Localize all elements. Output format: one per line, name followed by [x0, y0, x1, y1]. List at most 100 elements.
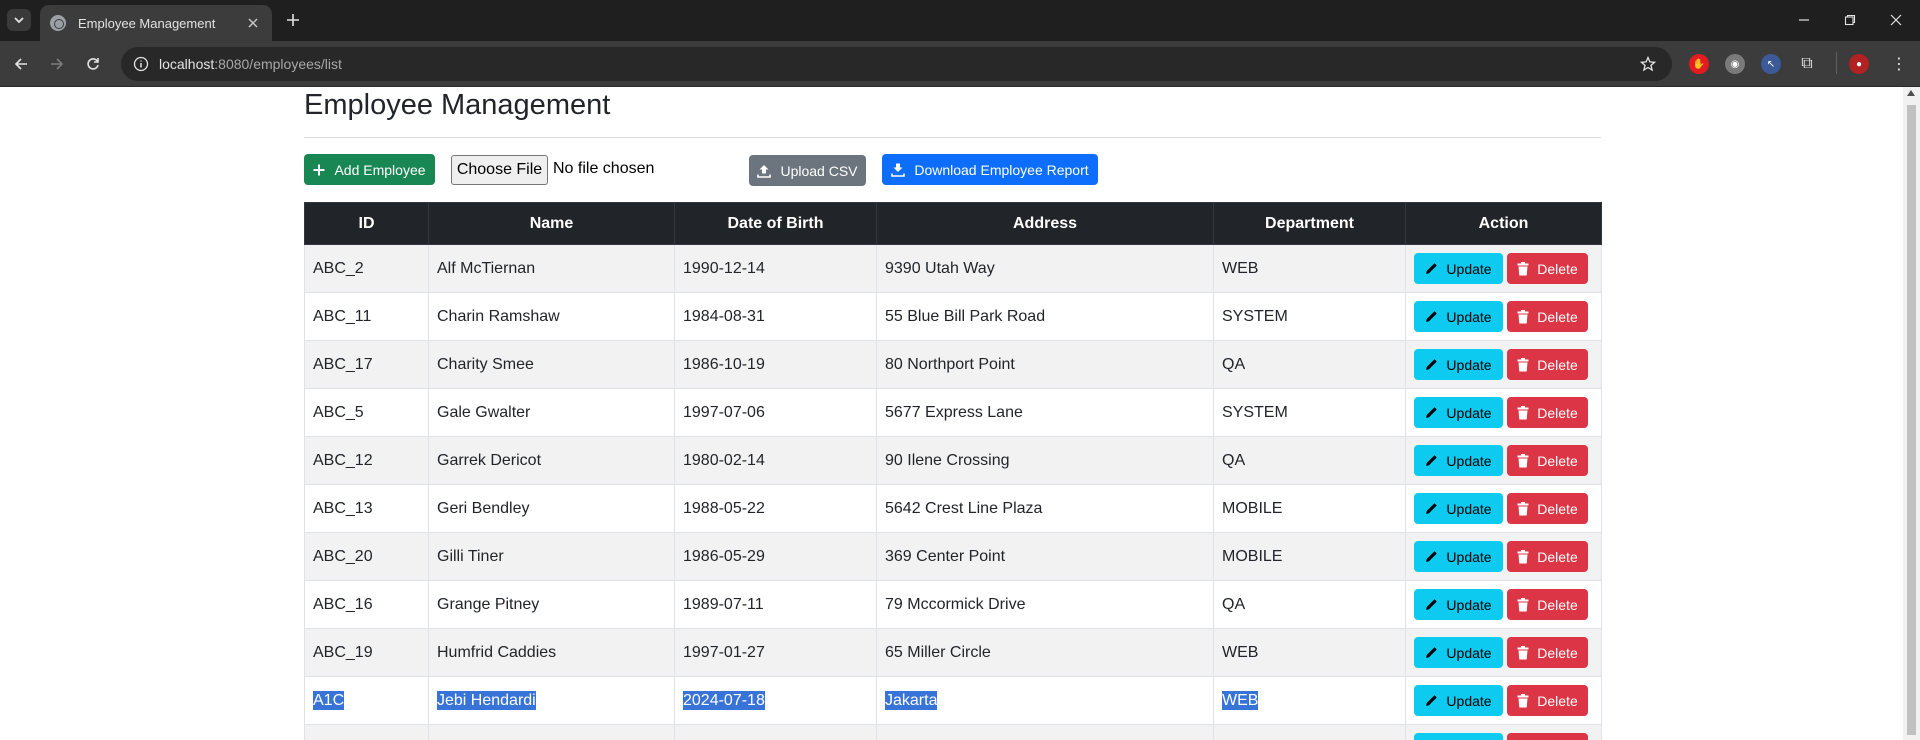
extension-cursor-icon[interactable]: ↖: [1761, 54, 1781, 74]
extension-gray-icon[interactable]: ◉: [1725, 54, 1745, 74]
download-report-button[interactable]: Download Employee Report: [882, 154, 1098, 185]
back-button[interactable]: [10, 53, 32, 75]
cell-name: Alf McTiernan: [428, 244, 675, 293]
site-info-icon[interactable]: [131, 54, 151, 74]
cell-id-text: ABC_12: [313, 451, 373, 469]
table-row: ABC_5 Gale Gwalter 1997-07-06 5677 Express …: [304, 388, 1602, 437]
delete-button[interactable]: Delete: [1507, 397, 1588, 428]
delete-button[interactable]: Delete: [1507, 301, 1588, 332]
download-icon: [891, 163, 906, 177]
tab-search-button[interactable]: [7, 9, 31, 31]
cell-department-text: WEB: [1222, 259, 1259, 277]
delete-label: Delete: [1537, 500, 1578, 517]
arrow-right-icon: [51, 58, 64, 70]
delete-button[interactable]: Delete: [1507, 445, 1588, 476]
scrollbar-thumb[interactable]: [1907, 105, 1916, 735]
column-header-name[interactable]: Name: [428, 202, 675, 245]
cell-id-text: ABC_17: [313, 355, 373, 373]
cell-department: WEB: [1213, 244, 1406, 293]
forward-button[interactable]: [46, 53, 68, 75]
trash-icon: [1517, 309, 1529, 323]
update-button[interactable]: Update: [1414, 589, 1503, 620]
trash-icon: [1517, 693, 1529, 707]
cell-department-text: QA: [1222, 451, 1246, 469]
profile-avatar[interactable]: ●: [1849, 54, 1869, 74]
page-title: Employee Management: [304, 89, 611, 121]
table-row: ABC_20 Gilli Tiner 1986-05-29 369 Center Po…: [304, 532, 1602, 581]
update-button[interactable]: Update: [1414, 445, 1503, 476]
cell-dob-text: 1988-05-22: [683, 499, 765, 517]
update-button[interactable]: Update: [1414, 637, 1503, 668]
delete-label: Delete: [1537, 548, 1578, 565]
choose-file-button[interactable]: Choose File: [451, 155, 548, 185]
cell-partial: [876, 724, 1214, 740]
delete-button[interactable]: Delete: [1507, 541, 1588, 572]
add-employee-button[interactable]: Add Employee: [304, 154, 435, 185]
delete-label: Delete: [1537, 692, 1578, 709]
scroll-up-arrow[interactable]: [1907, 90, 1915, 96]
column-header-dob[interactable]: Date of Birth: [674, 202, 877, 245]
new-tab-button[interactable]: [282, 9, 304, 31]
cell-address-text: 5677 Express Lane: [885, 403, 1023, 421]
update-button[interactable]: Update: [1414, 493, 1503, 524]
cell-id-text: ABC_19: [313, 643, 373, 661]
page-viewport: Employee Management Add Employee Choose …: [0, 87, 1920, 740]
upload-icon: [757, 164, 772, 178]
page-scrollbar[interactable]: [1903, 87, 1920, 740]
delete-button[interactable]: Delete: [1507, 589, 1588, 620]
cell-id-text: ABC_13: [313, 499, 373, 517]
delete-button[interactable]: Delete: [1507, 349, 1588, 380]
cell-address-text: 9390 Utah Way: [885, 259, 995, 277]
trash-icon: [1517, 549, 1529, 563]
upload-csv-button[interactable]: Upload CSV: [749, 155, 866, 186]
cell-address: 369 Center Point: [876, 532, 1214, 581]
cell-name: Gilli Tiner: [428, 532, 675, 581]
cell-id-text: ABC_2: [313, 259, 364, 277]
delete-button[interactable]: Delete: [1507, 253, 1588, 284]
trash-icon: [1517, 645, 1529, 659]
browser-tab-active[interactable]: Employee Management: [40, 5, 272, 41]
cell-id: ABC_2: [304, 244, 429, 293]
pencil-icon: [1426, 647, 1438, 658]
cell-address-text: 80 Northport Point: [885, 355, 1015, 373]
update-label: Update: [1446, 260, 1492, 277]
cell-action: [1405, 724, 1602, 740]
update-button[interactable]: Update: [1414, 301, 1503, 332]
close-window-button[interactable]: [1884, 8, 1908, 32]
delete-button[interactable]: Delete: [1507, 685, 1588, 716]
update-button[interactable]: [1414, 733, 1503, 740]
cell-action: Update Delete: [1405, 532, 1602, 581]
update-button[interactable]: Update: [1414, 397, 1503, 428]
column-header-id[interactable]: ID: [304, 202, 429, 245]
reload-button[interactable]: [82, 53, 104, 75]
cell-name: Garrek Dericot: [428, 436, 675, 485]
browser-menu-icon[interactable]: ⋮: [1889, 54, 1909, 74]
cell-id-text: A1C: [313, 690, 345, 710]
address-bar[interactable]: localhost:8080/employees/list: [121, 47, 1672, 81]
delete-label: Delete: [1537, 404, 1578, 421]
update-button[interactable]: Update: [1414, 685, 1503, 716]
cell-action: Update Delete: [1405, 388, 1602, 437]
bookmark-star-icon[interactable]: [1638, 54, 1658, 74]
update-button[interactable]: Update: [1414, 541, 1503, 572]
delete-button[interactable]: Delete: [1507, 493, 1588, 524]
pencil-icon: [1426, 455, 1438, 466]
globe-icon: [50, 15, 66, 31]
delete-button[interactable]: [1507, 733, 1588, 740]
url-text[interactable]: localhost:8080/employees/list: [159, 56, 342, 72]
delete-button[interactable]: Delete: [1507, 637, 1588, 668]
table-row: ABC_11 Charin Ramshaw 1984-08-31 55 Blue Bi…: [304, 292, 1602, 341]
column-header-department[interactable]: Department: [1213, 202, 1406, 245]
close-icon[interactable]: [244, 14, 262, 32]
extension-adblock-icon[interactable]: ✋: [1689, 54, 1709, 74]
cell-address: 9390 Utah Way: [876, 244, 1214, 293]
cell-dob: 1986-10-19: [674, 340, 877, 389]
minimize-button[interactable]: [1792, 8, 1816, 32]
restore-button[interactable]: [1838, 8, 1862, 32]
extensions-puzzle-icon[interactable]: ⧉: [1797, 54, 1817, 74]
cell-department: QA: [1213, 340, 1406, 389]
column-header-address[interactable]: Address: [876, 202, 1214, 245]
cell-dob: 1989-07-11: [674, 580, 877, 629]
update-button[interactable]: Update: [1414, 349, 1503, 380]
update-button[interactable]: Update: [1414, 253, 1503, 284]
